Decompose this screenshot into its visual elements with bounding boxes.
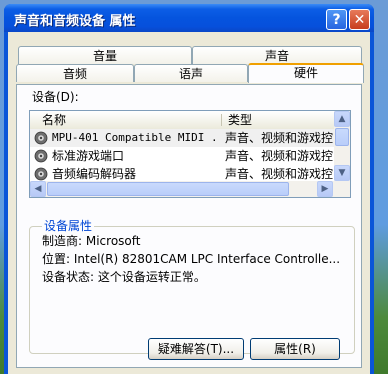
device-list[interactable]: 名称 类型 MPU-401 Compatible MIDI ... 声音、视频和… <box>29 110 351 198</box>
location-text: 位置: Intel(R) 82801CAM LPC Interface Cont… <box>42 252 341 266</box>
window-title: 声音和音频设备 属性 <box>14 14 136 29</box>
device-name: MPU-401 Compatible MIDI ... <box>52 131 218 144</box>
tab-sounds[interactable]: 声音 <box>192 46 362 64</box>
devices-label: 设备(D): <box>32 90 79 104</box>
properties-window: 声音和音频设备 属性 ? ✕ 音量 声音 音频 语声 硬件 设备(D): 名称 … <box>4 4 374 374</box>
close-button[interactable]: ✕ <box>349 9 370 30</box>
vertical-scroll-thumb[interactable] <box>335 128 349 146</box>
help-button[interactable]: ? <box>326 9 347 30</box>
tab-audio[interactable]: 音频 <box>16 64 134 82</box>
device-status-text: 设备状态: 这个设备运转正常。 <box>42 270 206 284</box>
troubleshoot-button[interactable]: 疑难解答(T)... <box>148 338 244 360</box>
scroll-left-icon[interactable]: ◀ <box>30 181 46 197</box>
tab-volume[interactable]: 音量 <box>18 46 192 64</box>
column-separator[interactable] <box>221 114 222 126</box>
tab-hardware[interactable]: 硬件 <box>248 63 364 83</box>
vertical-scrollbar[interactable]: ▲ ▼ <box>334 111 350 181</box>
tab-voice[interactable]: 语声 <box>134 64 248 82</box>
device-name: 标准游戏端口 <box>52 149 125 163</box>
device-type: 声音、视频和游戏控 <box>225 149 334 163</box>
horizontal-scrollbar[interactable]: ◀ ▶ <box>30 181 350 197</box>
device-type: 声音、视频和游戏控 <box>225 131 334 145</box>
column-header-type[interactable]: 类型 <box>224 111 252 129</box>
scroll-right-icon[interactable]: ▶ <box>317 181 333 197</box>
list-item[interactable]: 标准游戏端口 声音、视频和游戏控 <box>30 147 334 165</box>
properties-button[interactable]: 属性(R) <box>250 338 340 360</box>
horizontal-scroll-thumb[interactable] <box>47 182 289 196</box>
manufacturer-text: 制造商: Microsoft <box>42 234 141 248</box>
list-item[interactable]: MPU-401 Compatible MIDI ... 声音、视频和游戏控 <box>30 129 334 147</box>
scroll-up-icon[interactable]: ▲ <box>334 111 350 127</box>
column-header-name[interactable]: 名称 <box>38 111 66 129</box>
speaker-icon <box>34 131 48 145</box>
title-bar[interactable]: 声音和音频设备 属性 ? ✕ <box>4 4 374 32</box>
list-header: 名称 类型 <box>30 111 334 131</box>
scroll-down-icon[interactable]: ▼ <box>334 165 350 181</box>
speaker-icon <box>34 167 48 181</box>
speaker-icon <box>34 149 48 163</box>
